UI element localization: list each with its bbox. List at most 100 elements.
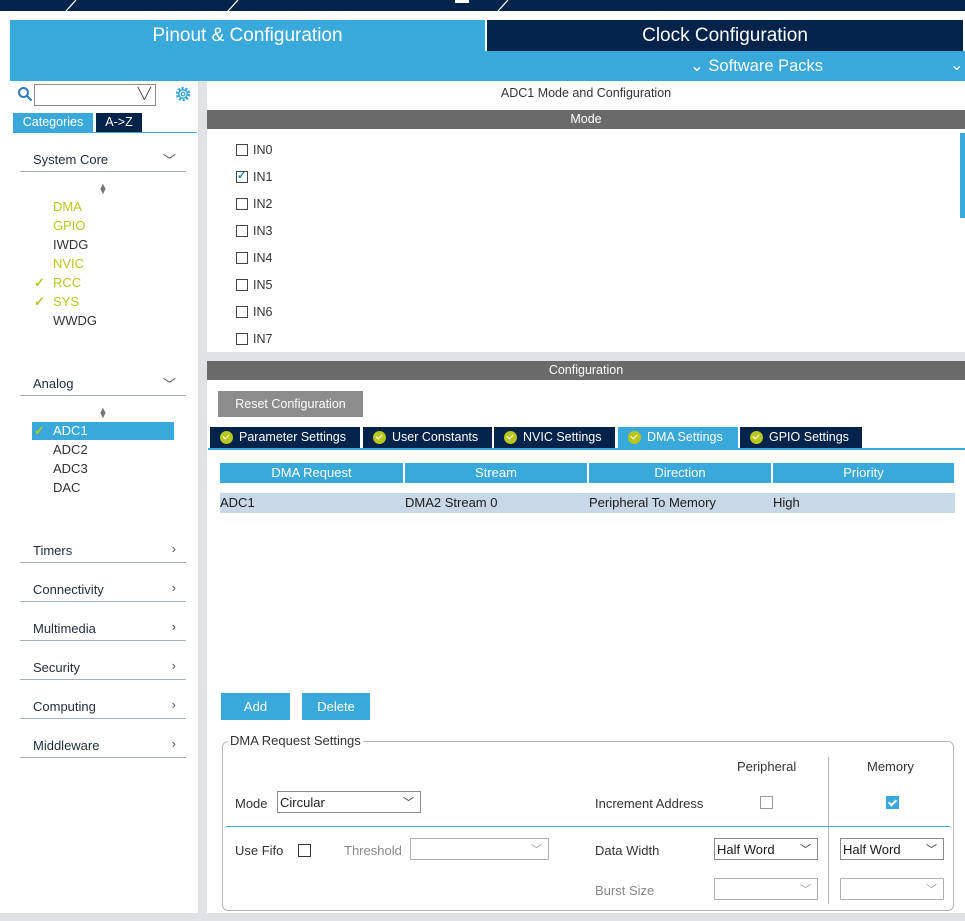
chevron-right-icon: › <box>171 619 176 634</box>
search-input[interactable]: ╲╱ <box>34 84 156 106</box>
category-multimedia[interactable]: Multimedia › <box>20 617 186 641</box>
column-header-dma-request[interactable]: DMA Request <box>220 463 403 483</box>
checkbox-in7[interactable]: IN7 <box>236 332 272 346</box>
tabs-underline <box>208 448 965 450</box>
check-icon: ✓ <box>34 294 45 309</box>
checkbox-label: IN3 <box>253 224 273 238</box>
checkbox-in4[interactable]: IN4 <box>236 251 272 265</box>
categories-panel <box>10 81 198 921</box>
data-width-memory-value: Half Word <box>843 842 901 857</box>
chevron-down-icon[interactable]: ⌄ <box>950 51 963 81</box>
chevron-down-icon: ⌄ <box>690 57 704 75</box>
category-timers[interactable]: Timers › <box>20 539 186 563</box>
checkbox-in1[interactable]: IN1 <box>236 169 272 184</box>
add-button[interactable]: Add <box>221 693 290 720</box>
check-circle-icon <box>220 431 233 444</box>
tab-parameter-settings[interactable]: Parameter Settings <box>210 427 360 448</box>
list-item-gpio[interactable]: GPIO <box>53 217 86 235</box>
list-item-nvic[interactable]: NVIC <box>53 255 84 273</box>
category-connectivity[interactable]: Connectivity › <box>20 578 186 602</box>
list-item-rcc[interactable]: RCC <box>53 274 81 292</box>
data-width-memory-select[interactable]: Half Word ﹀ <box>840 838 944 860</box>
tab-gpio-settings[interactable]: GPIO Settings <box>740 427 862 448</box>
bottom-splitter[interactable] <box>0 913 965 921</box>
chevron-right-icon: › <box>171 697 176 712</box>
category-label: System Core <box>33 152 109 167</box>
table-cell: Peripheral To Memory <box>589 495 716 510</box>
tab-user-constants[interactable]: User Constants <box>363 427 492 448</box>
mode-select[interactable]: Circular ﹀ <box>277 791 421 813</box>
tab-nvic-settings[interactable]: NVIC Settings <box>494 427 615 448</box>
category-system-core[interactable]: System Core ﹀ <box>20 148 186 172</box>
sort-icon[interactable]: ▲ ▼ <box>98 182 108 196</box>
check-circle-icon <box>504 431 517 444</box>
mode-scrollbar[interactable] <box>960 133 965 218</box>
burst-size-peripheral-select[interactable]: ﹀ <box>714 878 818 900</box>
search-icon <box>18 87 33 102</box>
category-label: Connectivity <box>33 582 104 597</box>
category-middleware[interactable]: Middleware › <box>20 734 186 758</box>
threshold-select[interactable]: ﹀ <box>410 838 549 860</box>
list-item-adc3[interactable]: ADC3 <box>53 460 88 478</box>
list-item-dac[interactable]: DAC <box>53 479 80 497</box>
check-circle-icon <box>628 431 641 444</box>
checkbox-in0[interactable]: IN0 <box>236 143 272 157</box>
checkbox-label: IN6 <box>253 305 273 319</box>
category-computing[interactable]: Computing › <box>20 695 186 719</box>
burst-size-label: Burst Size <box>595 883 655 898</box>
checkbox-in3[interactable]: IN3 <box>236 224 272 238</box>
category-analog[interactable]: Analog ﹀ <box>20 372 186 396</box>
checkbox-box <box>236 169 248 183</box>
checkbox-label: IN0 <box>253 143 273 157</box>
reset-configuration-button[interactable]: Reset Configuration <box>218 391 363 417</box>
category-label: Timers <box>33 543 73 558</box>
tab-label: DMA Settings <box>647 430 723 444</box>
column-header-stream[interactable]: Stream <box>405 463 587 483</box>
checkbox-in2[interactable]: IN2 <box>236 197 272 211</box>
tab-clock-configuration[interactable]: Clock Configuration <box>487 20 963 51</box>
software-packs-label: Software Packs <box>708 57 824 75</box>
checkbox-box <box>236 143 248 156</box>
use-fifo-checkbox[interactable] <box>298 844 311 857</box>
chevron-down-icon: ﹀ <box>162 153 176 168</box>
tab-dma-settings[interactable]: DMA Settings <box>618 427 738 448</box>
chevron-down-icon: ╲╱ <box>137 88 151 100</box>
panel-splitter[interactable] <box>198 81 207 921</box>
data-width-label: Data Width <box>595 843 660 858</box>
list-item-sys[interactable]: SYS <box>53 293 79 311</box>
gear-icon[interactable] <box>174 85 192 103</box>
category-security[interactable]: Security › <box>20 656 186 680</box>
sort-icon[interactable]: ▲ ▼ <box>98 406 108 420</box>
checkbox-in6[interactable]: IN6 <box>236 305 272 319</box>
data-width-peripheral-select[interactable]: Half Word ﹀ <box>714 838 818 860</box>
increment-address-label: Increment Address <box>595 796 704 811</box>
list-item-wwdg[interactable]: WWDG <box>53 312 97 330</box>
list-item-adc1[interactable]: ADC1 <box>53 422 88 440</box>
chevron-down-icon: ﹀ <box>926 844 937 856</box>
delete-button[interactable]: Delete <box>302 693 370 720</box>
list-item-iwdg[interactable]: IWDG <box>53 236 88 254</box>
check-circle-icon <box>373 431 386 444</box>
column-header-priority[interactable]: Priority <box>773 463 954 483</box>
tab-pinout-configuration[interactable]: Pinout & Configuration <box>10 20 485 51</box>
software-packs-menu[interactable]: ⌄ Software Packs <box>690 51 823 81</box>
increment-memory-checkbox[interactable] <box>886 796 899 809</box>
increment-peripheral-checkbox[interactable] <box>760 796 773 809</box>
burst-size-memory-select[interactable]: ﹀ <box>840 878 944 900</box>
divider <box>226 826 950 827</box>
checkbox-in5[interactable]: IN5 <box>236 278 272 292</box>
chevron-down-icon: ﹀ <box>926 884 937 896</box>
list-item-adc2[interactable]: ADC2 <box>53 441 88 459</box>
main-tabbar: Pinout & Configuration Clock Configurati… <box>10 20 963 51</box>
chevron-down-icon: ﹀ <box>800 844 811 856</box>
column-header-direction[interactable]: Direction <box>589 463 771 483</box>
table-row[interactable]: ADC1 DMA2 Stream 0 Peripheral To Memory … <box>220 493 955 513</box>
tab-categories[interactable]: Categories <box>13 113 93 132</box>
configuration-section-header: Configuration <box>207 361 965 380</box>
list-item-dma[interactable]: DMA <box>53 198 82 216</box>
mode-label: Mode <box>235 796 268 811</box>
tab-a-to-z[interactable]: A->Z <box>96 113 142 132</box>
checkbox-box <box>236 224 248 237</box>
mode-splitter[interactable] <box>207 352 965 361</box>
table-cell: DMA2 Stream 0 <box>405 495 498 510</box>
